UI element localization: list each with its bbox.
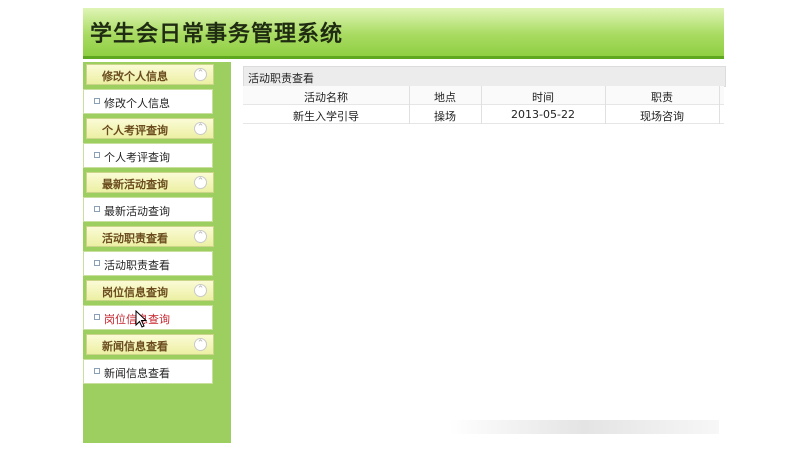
sidebar-item-label: 新闻信息查看 xyxy=(104,367,170,380)
table-cell: 2013-05-22 xyxy=(511,108,575,121)
page-title: 活动职责查看 xyxy=(248,72,314,85)
sidebar-item-edit-profile[interactable]: 修改个人信息 xyxy=(83,89,213,114)
sidebar-group-label: 岗位信息查询 xyxy=(102,286,168,299)
bullet-icon xyxy=(94,260,100,266)
sidebar-group-label: 新闻信息查看 xyxy=(102,340,168,353)
sidebar-group-label: 活动职责查看 xyxy=(102,232,168,245)
sidebar-group-label: 修改个人信息 xyxy=(102,70,168,83)
table-row[interactable]: 新生入学引导 操场 2013-05-22 现场咨询 xyxy=(243,105,724,124)
sidebar-group-header-duties[interactable]: 活动职责查看 ⌃ xyxy=(86,226,214,247)
sidebar-item-news[interactable]: 新闻信息查看 xyxy=(83,359,213,384)
column-divider xyxy=(481,86,482,124)
sidebar: 修改个人信息 ⌃ 修改个人信息 个人考评查询 ⌃ 个人考评查询 最新活动查询 ⌃… xyxy=(83,62,231,443)
mouse-cursor-icon xyxy=(135,310,147,328)
column-divider xyxy=(719,86,720,124)
table-header-row: 活动名称 地点 时间 职责 xyxy=(243,86,724,105)
sidebar-group-header-evaluation[interactable]: 个人考评查询 ⌃ xyxy=(86,118,214,139)
table-cell: 新生入学引导 xyxy=(293,110,359,123)
sidebar-group-header-positions[interactable]: 岗位信息查询 ⌃ xyxy=(86,280,214,301)
content-title-bar: 活动职责查看 xyxy=(243,66,726,87)
sidebar-group-label: 个人考评查询 xyxy=(102,124,168,137)
sidebar-item-label: 修改个人信息 xyxy=(104,97,170,110)
sidebar-item-label: 活动职责查看 xyxy=(104,259,170,272)
sidebar-item-evaluation[interactable]: 个人考评查询 xyxy=(83,143,213,168)
collapse-up-icon[interactable]: ⌃ xyxy=(194,230,207,243)
main-content: 活动职责查看 活动名称 地点 时间 职责 新生入学引导 操场 2013-05-2… xyxy=(233,62,726,443)
table-cell: 现场咨询 xyxy=(640,110,684,123)
header-divider xyxy=(83,56,724,59)
column-header: 职责 xyxy=(651,91,673,104)
collapse-up-icon[interactable]: ⌃ xyxy=(194,122,207,135)
column-header: 地点 xyxy=(434,91,456,104)
sidebar-group-header-news[interactable]: 新闻信息查看 ⌃ xyxy=(86,334,214,355)
column-divider xyxy=(605,86,606,124)
sidebar-group-header-activities[interactable]: 最新活动查询 ⌃ xyxy=(86,172,214,193)
table-cell: 操场 xyxy=(434,110,456,123)
app-title: 学生会日常事务管理系统 xyxy=(90,21,344,47)
sidebar-item-label: 个人考评查询 xyxy=(104,151,170,164)
column-header: 时间 xyxy=(532,91,554,104)
header-banner: 学生会日常事务管理系统 xyxy=(83,8,724,56)
sidebar-item-label: 最新活动查询 xyxy=(104,205,170,218)
collapse-up-icon[interactable]: ⌃ xyxy=(194,176,207,189)
bullet-icon xyxy=(94,98,100,104)
sidebar-item-position-info[interactable]: 岗位信息查询 xyxy=(83,305,213,330)
app-window: 学生会日常事务管理系统 修改个人信息 ⌃ 修改个人信息 个人考评查询 ⌃ 个人考… xyxy=(83,8,726,443)
sidebar-group-header-profile[interactable]: 修改个人信息 ⌃ xyxy=(86,64,214,85)
column-header: 活动名称 xyxy=(304,91,348,104)
collapse-up-icon[interactable]: ⌃ xyxy=(194,338,207,351)
sidebar-group-label: 最新活动查询 xyxy=(102,178,168,191)
bullet-icon xyxy=(94,206,100,212)
collapse-up-icon[interactable]: ⌃ xyxy=(194,284,207,297)
collapse-up-icon[interactable]: ⌃ xyxy=(194,68,207,81)
blurred-watermark xyxy=(449,420,719,434)
bullet-icon xyxy=(94,314,100,320)
bullet-icon xyxy=(94,152,100,158)
column-divider xyxy=(409,86,410,124)
bullet-icon xyxy=(94,368,100,374)
sidebar-item-activity-duties[interactable]: 活动职责查看 xyxy=(83,251,213,276)
sidebar-item-latest-activities[interactable]: 最新活动查询 xyxy=(83,197,213,222)
